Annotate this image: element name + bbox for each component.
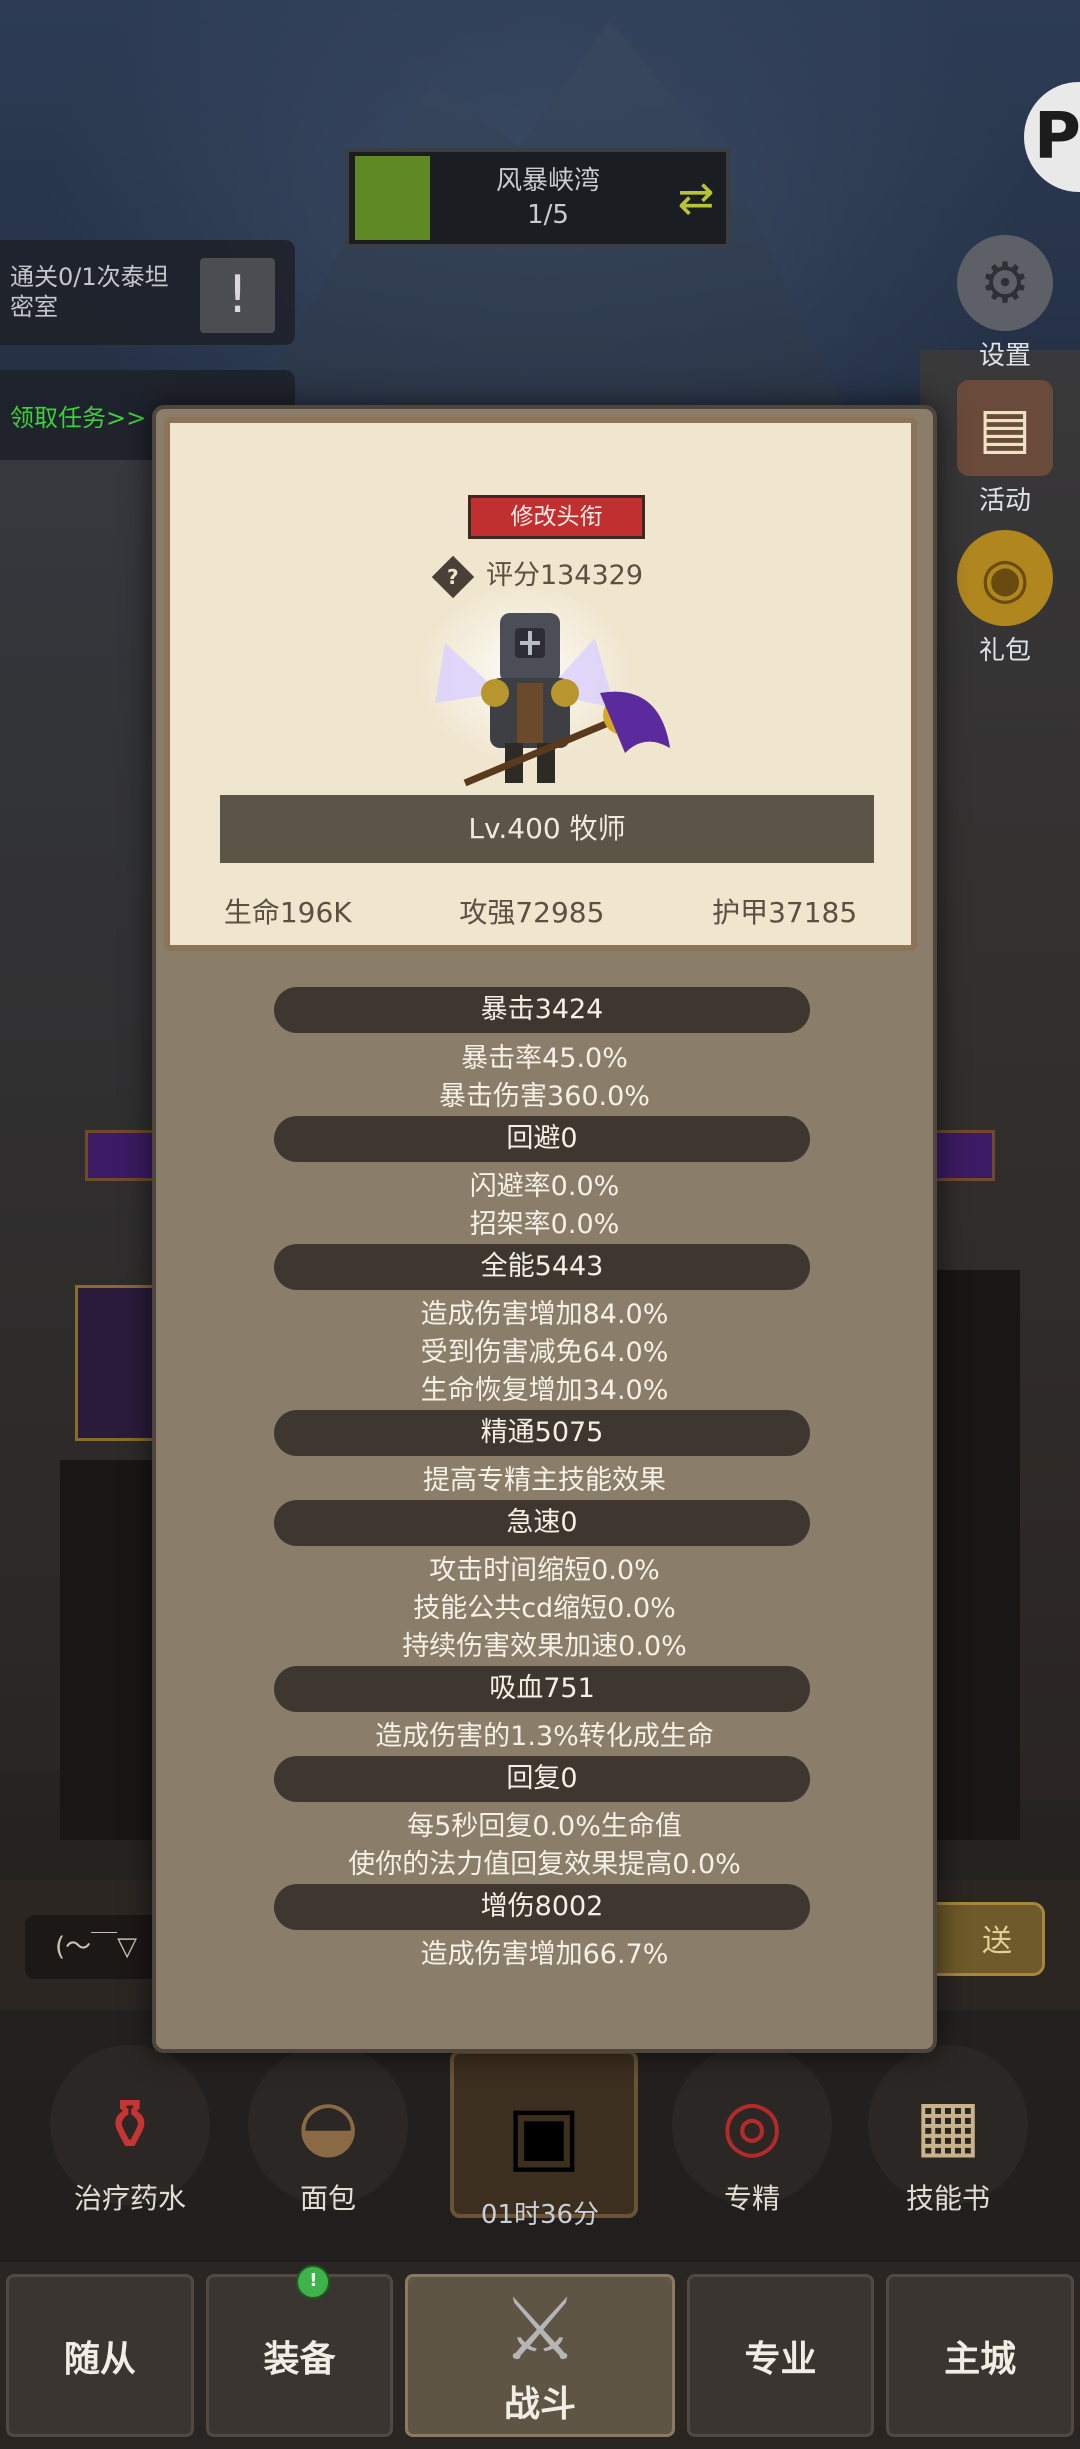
level-class-bar: Lv.400 牧师 xyxy=(220,795,874,863)
notification-badge: ! xyxy=(296,2265,331,2299)
stat-line: 每5秒回复0.0%生命值 xyxy=(407,1811,682,1842)
attack-stat: 攻强72985 xyxy=(459,896,605,929)
bread-item[interactable]: ◒ 面包 xyxy=(238,2045,418,2217)
stage-info: 风暴峡湾 1/5 xyxy=(430,164,666,232)
tab-followers[interactable]: 随从 xyxy=(6,2274,194,2437)
stat-line: 技能公共cd缩短0.0% xyxy=(413,1593,676,1624)
stat-line: 暴击率45.0% xyxy=(461,1043,628,1074)
gift-button[interactable]: ◉ 礼包 xyxy=(945,530,1065,667)
stat-line: 使你的法力值回复效果提高0.0% xyxy=(348,1849,741,1880)
potion-item[interactable]: ⚱ 治疗药水 xyxy=(40,2045,220,2217)
section-header: 回避0 xyxy=(274,1116,810,1162)
section-header: 精通5075 xyxy=(274,1410,810,1456)
stage-name: 风暴峡湾 xyxy=(495,166,600,196)
scroll-icon: ▤ xyxy=(957,380,1053,476)
tab-label: 随从 xyxy=(63,2338,136,2380)
quest-tracker[interactable]: 通关0/1次泰坦密室 ! xyxy=(0,240,295,345)
armor-stat: 护甲37185 xyxy=(712,896,858,929)
refresh-icon[interactable]: ⇄ xyxy=(666,173,726,224)
crossed-swords-icon: ⚔ xyxy=(501,2279,579,2380)
quest-text: 通关0/1次泰坦密室 xyxy=(10,263,169,321)
stage-selector[interactable]: 风暴峡湾 1/5 ⇄ xyxy=(345,148,730,248)
spec-label: 专精 xyxy=(723,2182,780,2215)
hero-portrait xyxy=(415,588,670,787)
stat-line: 受到伤害减免64.0% xyxy=(420,1337,669,1368)
character-stats-modal: 修改头衔 ? 评分134329 Lv.400 牧师 生命196K 攻强72985… xyxy=(152,405,937,2053)
background-panel xyxy=(60,1460,155,1840)
section-header: 暴击3424 xyxy=(274,987,810,1033)
section-header: 急速0 xyxy=(274,1500,810,1546)
skillbook-label: 技能书 xyxy=(905,2182,990,2215)
tab-battle[interactable]: ⚔ 战斗 xyxy=(405,2274,675,2437)
section-header: 全能5443 xyxy=(274,1244,810,1290)
stage-progress-block xyxy=(355,156,430,240)
tab-label: 专业 xyxy=(744,2338,817,2380)
tab-label: 战斗 xyxy=(504,2383,577,2425)
hp-stat: 生命196K xyxy=(223,896,352,929)
stat-line: 提高专精主技能效果 xyxy=(423,1465,666,1496)
bottom-nav: 随从 装备 ! ⚔ 战斗 专业 主城 xyxy=(0,2262,1080,2449)
gear-icon: ⚙ xyxy=(957,235,1053,331)
spec-item[interactable]: ◎ 专精 xyxy=(662,2045,842,2217)
stat-line: 造成伤害的1.3%转化成生命 xyxy=(375,1721,714,1752)
treasure-chest[interactable]: ▣ xyxy=(450,2050,638,2218)
potion-label: 治疗药水 xyxy=(73,2182,186,2215)
chest-timer: 01时36分 xyxy=(480,2200,600,2230)
stat-line: 持续伤害效果加速0.0% xyxy=(402,1631,687,1662)
stat-line: 暴击伤害360.0% xyxy=(439,1081,650,1112)
tab-equipment[interactable]: 装备 ! xyxy=(205,2265,394,2437)
section-header: 增伤8002 xyxy=(274,1884,810,1930)
activity-label: 活动 xyxy=(978,486,1031,516)
exclamation-icon: ! xyxy=(200,258,275,333)
background-slot xyxy=(75,1285,161,1441)
stat-line: 造成伤害增加84.0% xyxy=(420,1299,669,1330)
stage-progress: 1/5 xyxy=(527,200,569,230)
gift-icon: ◉ xyxy=(957,530,1053,626)
gift-label: 礼包 xyxy=(978,636,1031,666)
section-header: 吸血751 xyxy=(274,1666,810,1712)
task-link[interactable]: 领取任务>> xyxy=(10,398,146,433)
tab-profession[interactable]: 专业 xyxy=(686,2274,875,2437)
settings-label: 设置 xyxy=(978,341,1031,371)
stat-line: 造成伤害增加66.7% xyxy=(420,1939,669,1970)
bread-label: 面包 xyxy=(299,2182,356,2215)
skillbook-item[interactable]: ▦ 技能书 xyxy=(858,2045,1038,2217)
stat-line: 生命恢复增加34.0% xyxy=(420,1375,669,1406)
stat-line: 攻击时间缩短0.0% xyxy=(429,1555,660,1586)
stat-line: 闪避率0.0% xyxy=(469,1171,620,1202)
settings-button[interactable]: ⚙ 设置 xyxy=(945,235,1065,372)
tab-city[interactable]: 主城 xyxy=(886,2274,1075,2437)
chest-icon: ▣ xyxy=(506,2087,582,2181)
primary-stats: 生命196K 攻强72985 护甲37185 xyxy=(170,891,911,931)
change-title-button[interactable]: 修改头衔 xyxy=(468,495,645,539)
tab-label: 装备 xyxy=(263,2338,336,2380)
tab-label: 主城 xyxy=(944,2338,1017,2380)
section-header: 回复0 xyxy=(274,1756,810,1802)
background-panel xyxy=(925,1270,1020,1840)
activity-button[interactable]: ▤ 活动 xyxy=(945,380,1065,517)
character-card: 修改头衔 ? 评分134329 Lv.400 牧师 生命196K 攻强72985… xyxy=(164,417,917,951)
stat-line: 招架率0.0% xyxy=(469,1209,620,1240)
